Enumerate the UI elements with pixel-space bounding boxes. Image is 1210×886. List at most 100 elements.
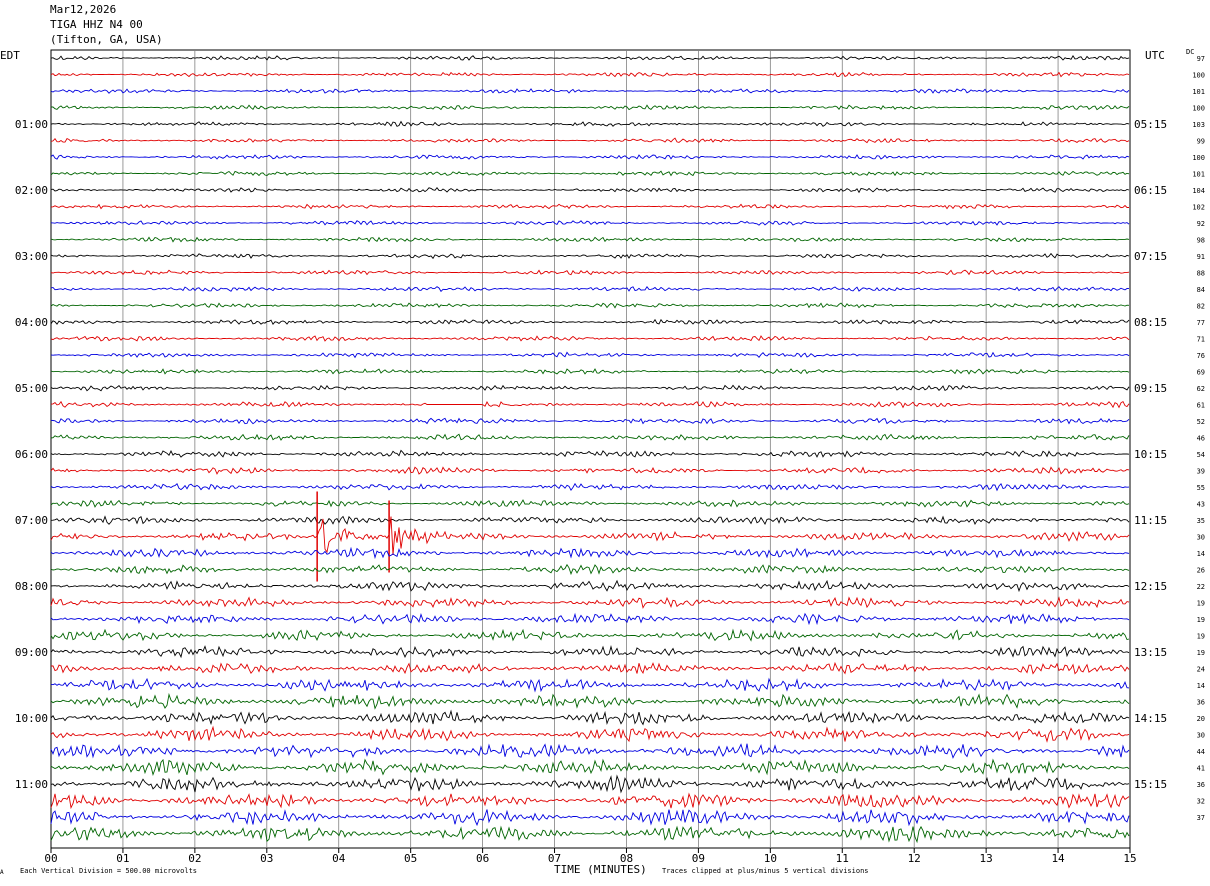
left-hour-label: 10:00 <box>15 712 48 725</box>
left-hour-label: 09:00 <box>15 646 48 659</box>
trace-row <box>50 335 1130 342</box>
trace-row <box>50 417 1130 425</box>
trace-row <box>50 137 1130 144</box>
left-hour-label: 07:00 <box>15 514 48 527</box>
dc-offset-label: 41 <box>1197 765 1205 773</box>
trace-row <box>50 677 1130 693</box>
dc-offset-label: 103 <box>1192 121 1205 129</box>
trace-row <box>50 236 1130 243</box>
trace-row <box>50 318 1130 326</box>
trace-row <box>50 203 1129 210</box>
x-tick-label: 10 <box>764 852 777 865</box>
x-axis-title: TIME (MINUTES) <box>554 863 647 876</box>
dc-offset-label: 101 <box>1192 171 1205 179</box>
dc-offset-label: 36 <box>1197 781 1205 789</box>
dc-offset-label: 30 <box>1197 732 1205 740</box>
trace-row <box>50 170 1130 177</box>
dc-offset-label: 39 <box>1197 468 1205 476</box>
dc-offset-label: 97 <box>1197 55 1205 63</box>
right-hour-label: 06:15 <box>1134 184 1167 197</box>
dc-offset-label: 19 <box>1197 649 1205 657</box>
left-hour-label: 04:00 <box>15 316 48 329</box>
trace-row <box>50 515 1130 525</box>
right-hour-label: 12:15 <box>1134 580 1167 593</box>
dc-offset-label: 22 <box>1197 583 1205 591</box>
trace-row <box>50 286 1130 293</box>
trace-row <box>50 154 1130 160</box>
trace-row <box>50 220 1130 226</box>
left-hour-label: 01:00 <box>15 118 48 131</box>
dc-offset-label: 100 <box>1192 105 1205 113</box>
x-tick-label: 05 <box>404 852 417 865</box>
trace-row <box>50 661 1130 675</box>
right-hour-label: 15:15 <box>1134 778 1167 791</box>
dc-offset-label: 82 <box>1197 303 1205 311</box>
dc-offset-label: 84 <box>1197 286 1205 294</box>
dc-offset-label: 91 <box>1197 253 1205 261</box>
dc-offset-label: 20 <box>1197 715 1205 723</box>
trace-row <box>51 104 1130 111</box>
dc-offset-label: 76 <box>1197 352 1205 360</box>
trace-row <box>50 88 1130 94</box>
dc-header-label: DC <box>1186 48 1195 56</box>
dc-offset-label: 32 <box>1197 798 1205 806</box>
right-hour-label: 09:15 <box>1134 382 1167 395</box>
trace-row <box>50 351 1130 359</box>
trace-row <box>50 709 1130 726</box>
left-hour-label: 06:00 <box>15 448 48 461</box>
trace-row <box>50 758 1130 777</box>
dc-offset-label: 44 <box>1197 748 1205 756</box>
trace-row <box>50 743 1130 759</box>
dc-offset-label: 99 <box>1197 138 1205 146</box>
trace-row <box>50 400 1130 409</box>
x-tick-label: 12 <box>908 852 921 865</box>
dc-offset-label: 104 <box>1192 187 1205 195</box>
left-hour-label: 03:00 <box>15 250 48 263</box>
trace-row <box>50 792 1130 810</box>
dc-offset-label: 35 <box>1197 517 1205 525</box>
trace-row <box>50 579 1130 593</box>
x-tick-label: 00 <box>44 852 57 865</box>
dc-offset-label: 61 <box>1197 402 1205 410</box>
dc-offset-label: 24 <box>1197 666 1205 674</box>
x-tick-label: 01 <box>116 852 129 865</box>
dc-offset-label: 37 <box>1197 814 1205 822</box>
dc-offset-label: 71 <box>1197 336 1205 344</box>
dc-offset-label: 92 <box>1197 220 1205 228</box>
trace-row <box>50 482 1130 492</box>
right-hour-label: 14:15 <box>1134 712 1167 725</box>
right-hour-label: 07:15 <box>1134 250 1167 263</box>
trace-row <box>50 252 1130 260</box>
trace-row <box>50 449 1130 458</box>
trace-row <box>50 71 1130 78</box>
trace-row <box>50 302 1130 309</box>
dc-offset-label: 88 <box>1197 270 1205 278</box>
trace-row <box>50 499 1130 508</box>
footer-mark: A <box>0 869 4 876</box>
x-tick-label: 13 <box>980 852 993 865</box>
trace-row <box>50 55 1130 61</box>
chart-location: (Tifton, GA, USA) <box>50 33 163 46</box>
trace-row <box>50 368 1130 375</box>
dc-offset-label: 19 <box>1197 600 1205 608</box>
x-tick-label: 02 <box>188 852 201 865</box>
trace-row <box>50 644 1130 659</box>
right-hour-label: 08:15 <box>1134 316 1167 329</box>
dc-offset-label: 43 <box>1197 501 1205 509</box>
trace-row <box>50 546 1130 560</box>
trace-row <box>50 269 1130 276</box>
chart-date: Mar12,2026 <box>50 3 117 16</box>
left-hour-label: 05:00 <box>15 382 48 395</box>
trace-row <box>50 692 1130 710</box>
dc-offset-label: 36 <box>1197 699 1205 707</box>
dc-offset-label: 100 <box>1192 72 1205 80</box>
right-timezone-label: UTC <box>1145 49 1165 62</box>
dc-offset-label: 62 <box>1197 385 1205 393</box>
x-tick-label: 15 <box>1123 852 1136 865</box>
dc-offset-label: 55 <box>1197 484 1205 492</box>
trace-row <box>50 809 1130 827</box>
right-hour-label: 10:15 <box>1134 448 1167 461</box>
dc-offset-label: 69 <box>1197 369 1205 377</box>
dc-offset-label: 100 <box>1192 154 1205 162</box>
x-tick-label: 14 <box>1051 852 1065 865</box>
